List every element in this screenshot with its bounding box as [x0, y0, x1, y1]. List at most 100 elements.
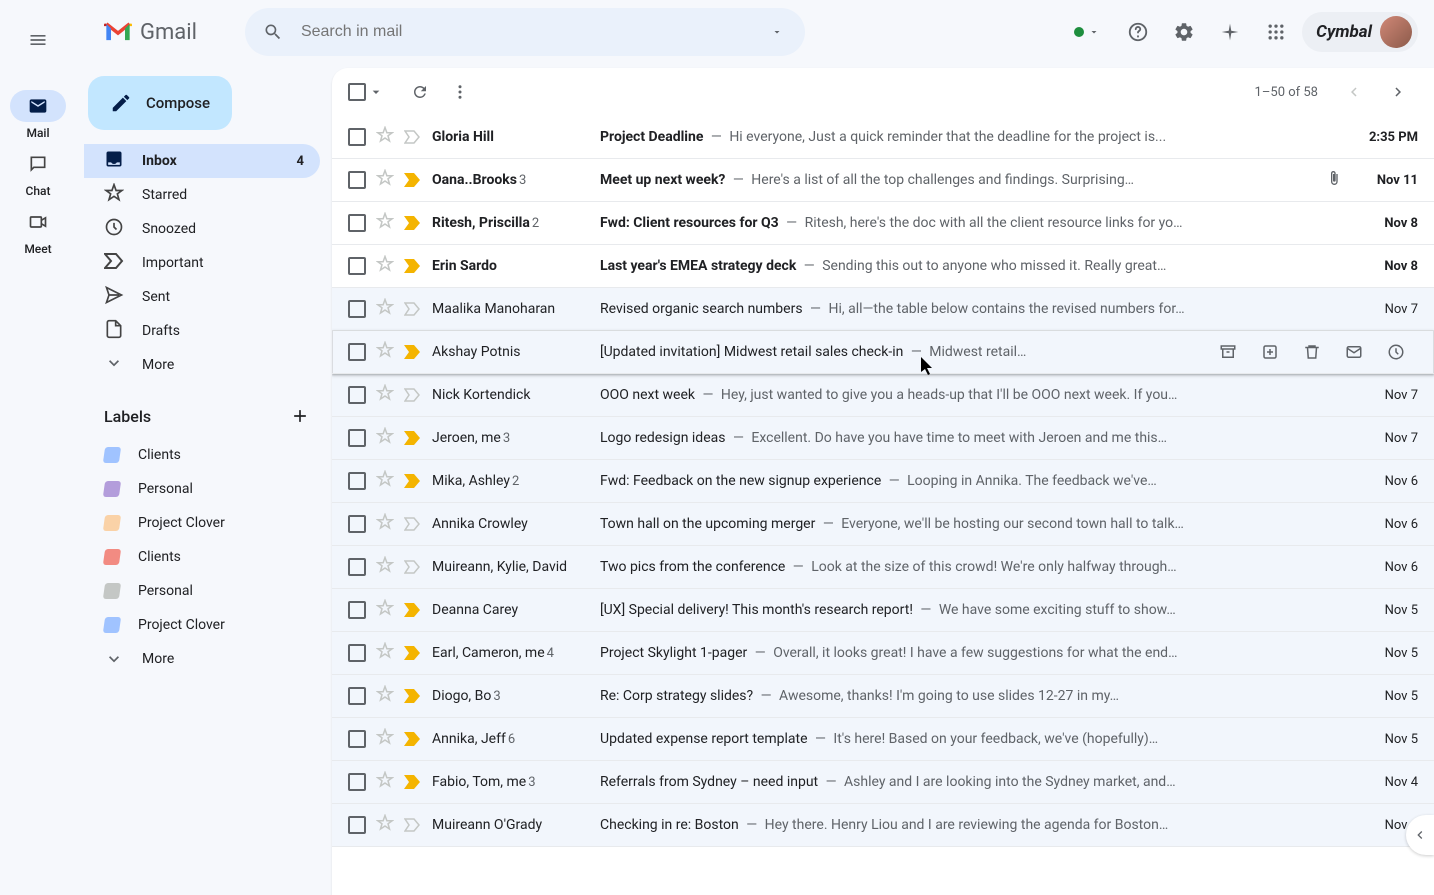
email-row[interactable]: Diogo, Bo3 Re: Corp strategy slides? — A… [332, 675, 1434, 718]
nav-snoozed[interactable]: Snoozed [84, 212, 320, 246]
support-icon[interactable] [1118, 12, 1158, 52]
email-checkbox[interactable] [348, 730, 366, 748]
search-icon[interactable] [253, 12, 293, 52]
importance-marker[interactable] [404, 259, 422, 273]
archive-icon[interactable] [1210, 334, 1246, 370]
email-checkbox[interactable] [348, 515, 366, 533]
mark-read-icon[interactable] [1336, 334, 1372, 370]
importance-marker[interactable] [404, 818, 422, 832]
rail-item-chat[interactable]: Chat [8, 146, 68, 204]
status-indicator[interactable] [1074, 26, 1100, 38]
more-actions-button[interactable] [440, 72, 480, 112]
next-page-button[interactable] [1378, 72, 1418, 112]
nav-important[interactable]: Important [84, 246, 320, 280]
email-checkbox[interactable] [348, 472, 366, 490]
importance-marker[interactable] [404, 130, 422, 144]
importance-marker[interactable] [404, 216, 422, 230]
add-label-button[interactable] [284, 400, 316, 432]
email-row[interactable]: Earl, Cameron, me4 Project Skylight 1-pa… [332, 632, 1434, 675]
select-all-checkbox[interactable] [348, 83, 384, 101]
star-icon[interactable] [376, 126, 394, 148]
prev-page-button[interactable] [1334, 72, 1374, 112]
rail-item-mail[interactable]: Mail [8, 88, 68, 146]
email-row[interactable]: Ritesh, Priscilla2 Fwd: Client resources… [332, 202, 1434, 245]
email-checkbox[interactable] [348, 558, 366, 576]
star-icon[interactable] [376, 556, 394, 578]
importance-marker[interactable] [404, 431, 422, 445]
settings-icon[interactable] [1164, 12, 1204, 52]
importance-marker[interactable] [404, 345, 422, 359]
compose-button[interactable]: Compose [88, 76, 232, 130]
email-checkbox[interactable] [348, 773, 366, 791]
email-row[interactable]: Mika, Ashley2 Fwd: Feedback on the new s… [332, 460, 1434, 503]
email-row[interactable]: Annika, Jeff6 Updated expense report tem… [332, 718, 1434, 761]
main-menu-button[interactable] [14, 16, 62, 64]
email-checkbox[interactable] [348, 601, 366, 619]
label-item[interactable]: Clients [84, 540, 320, 574]
email-row[interactable]: Oana..Brooks3 Meet up next week? — Here'… [332, 159, 1434, 202]
email-checkbox[interactable] [348, 214, 366, 232]
email-checkbox[interactable] [348, 816, 366, 834]
email-checkbox[interactable] [348, 257, 366, 275]
delete-icon[interactable] [1294, 334, 1330, 370]
email-checkbox[interactable] [348, 386, 366, 404]
importance-marker[interactable] [404, 732, 422, 746]
email-checkbox[interactable] [348, 300, 366, 318]
star-icon[interactable] [376, 169, 394, 191]
refresh-button[interactable] [400, 72, 440, 112]
workspace-switcher[interactable]: Cymbal [1302, 12, 1418, 52]
nav-drafts[interactable]: Drafts [84, 314, 320, 348]
importance-marker[interactable] [404, 474, 422, 488]
email-row[interactable]: Gloria Hill Project Deadline — Hi everyo… [332, 116, 1434, 159]
email-row[interactable]: Maalika Manoharan Revised organic search… [332, 288, 1434, 331]
gemini-icon[interactable] [1210, 12, 1250, 52]
email-row[interactable]: Nick Kortendick OOO next week — Hey, jus… [332, 374, 1434, 417]
star-icon[interactable] [376, 470, 394, 492]
email-row[interactable]: Jeroen, me3 Logo redesign ideas — Excell… [332, 417, 1434, 460]
importance-marker[interactable] [404, 603, 422, 617]
email-row[interactable]: Muireann, Kylie, David Two pics from the… [332, 546, 1434, 589]
labels-more[interactable]: More [84, 642, 320, 676]
star-icon[interactable] [376, 728, 394, 750]
gmail-logo[interactable]: Gmail [76, 20, 197, 45]
importance-marker[interactable] [404, 646, 422, 660]
rail-item-meet[interactable]: Meet [8, 204, 68, 262]
label-item[interactable]: Clients [84, 438, 320, 472]
move-to-icon[interactable] [1252, 334, 1288, 370]
star-icon[interactable] [376, 298, 394, 320]
star-icon[interactable] [376, 513, 394, 535]
importance-marker[interactable] [404, 689, 422, 703]
star-icon[interactable] [376, 642, 394, 664]
star-icon[interactable] [376, 384, 394, 406]
search-input[interactable] [293, 23, 757, 41]
email-row[interactable]: Erin Sardo Last year's EMEA strategy dec… [332, 245, 1434, 288]
importance-marker[interactable] [404, 302, 422, 316]
label-item[interactable]: Project Clover [84, 506, 320, 540]
email-row[interactable]: Akshay Potnis [Updated invitation] Midwe… [332, 331, 1434, 374]
email-checkbox[interactable] [348, 687, 366, 705]
email-checkbox[interactable] [348, 128, 366, 146]
nav-starred[interactable]: Starred [84, 178, 320, 212]
star-icon[interactable] [376, 212, 394, 234]
star-icon[interactable] [376, 814, 394, 836]
email-checkbox[interactable] [348, 171, 366, 189]
importance-marker[interactable] [404, 517, 422, 531]
label-item[interactable]: Personal [84, 574, 320, 608]
star-icon[interactable] [376, 599, 394, 621]
importance-marker[interactable] [404, 388, 422, 402]
email-row[interactable]: Annika Crowley Town hall on the upcoming… [332, 503, 1434, 546]
email-checkbox[interactable] [348, 644, 366, 662]
email-checkbox[interactable] [348, 429, 366, 447]
label-item[interactable]: Personal [84, 472, 320, 506]
importance-marker[interactable] [404, 173, 422, 187]
nav-more[interactable]: More [84, 348, 320, 382]
star-icon[interactable] [376, 341, 394, 363]
importance-marker[interactable] [404, 560, 422, 574]
star-icon[interactable] [376, 255, 394, 277]
star-icon[interactable] [376, 427, 394, 449]
email-row[interactable]: Fabio, Tom, me3 Referrals from Sydney – … [332, 761, 1434, 804]
search-box[interactable] [245, 8, 805, 56]
email-checkbox[interactable] [348, 343, 366, 361]
nav-inbox[interactable]: Inbox4 [84, 144, 320, 178]
label-item[interactable]: Project Clover [84, 608, 320, 642]
